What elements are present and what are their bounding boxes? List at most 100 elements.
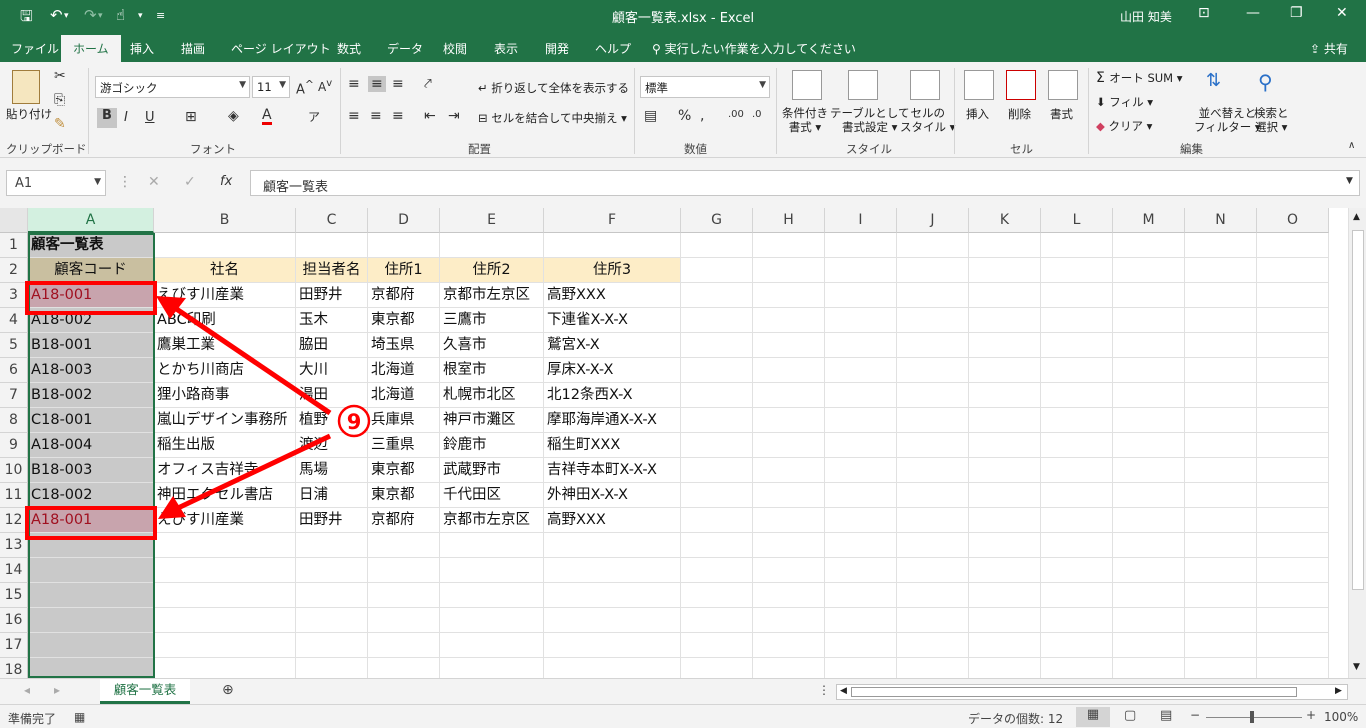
merge-center-button[interactable]: ⊟ セルを結合して中央揃え ▾ <box>478 110 627 126</box>
insert-cells-button[interactable]: 挿入 <box>966 106 989 122</box>
sheet-tab-active[interactable]: 顧客一覧表 <box>100 679 190 704</box>
share-button[interactable]: ⇪ 共有 <box>1310 40 1348 57</box>
zoom-slider-handle[interactable] <box>1250 711 1254 723</box>
italic-icon[interactable]: I <box>124 110 128 125</box>
font-size-select[interactable]: 11 ▼ <box>252 76 290 98</box>
bold-icon[interactable]: B <box>97 108 117 128</box>
tab-formulas[interactable]: 数式 <box>337 40 361 57</box>
tab-help[interactable]: ヘルプ <box>595 40 631 57</box>
decrease-font-icon[interactable]: Av <box>318 78 332 94</box>
restore-icon[interactable]: ❐ <box>1290 5 1303 21</box>
user-name[interactable]: 山田 知美 <box>1120 8 1172 25</box>
format-as-table-icon[interactable] <box>848 70 878 100</box>
vertical-scroll-thumb[interactable] <box>1352 230 1364 590</box>
find-select-icon[interactable]: ⚲ <box>1258 70 1273 94</box>
name-box[interactable]: A1 ▼ <box>6 170 106 196</box>
zoom-slider[interactable] <box>1206 717 1302 718</box>
page-layout-view-icon[interactable]: ▢ <box>1124 708 1136 723</box>
more-icon: ⋮ <box>818 683 830 697</box>
tab-draw[interactable]: 描画 <box>181 40 205 57</box>
tab-insert[interactable]: 挿入 <box>130 40 154 57</box>
increase-decimal-icon[interactable]: .00 <box>728 109 744 120</box>
format-cells-icon[interactable] <box>1048 70 1078 100</box>
normal-view-icon[interactable]: ▦ <box>1076 707 1110 727</box>
format-painter-icon[interactable]: ✎ <box>54 116 66 132</box>
page-break-view-icon[interactable]: ▤ <box>1160 708 1172 723</box>
scroll-up-icon[interactable]: ▲ <box>1353 212 1360 222</box>
cell-styles-button[interactable]: セルの スタイル ▾ <box>900 106 955 134</box>
number-format-select[interactable]: 標準 ▼ <box>640 76 770 98</box>
borders-icon[interactable]: ⊞ <box>185 109 197 125</box>
align-bottom-icon[interactable]: ≡ <box>392 76 404 92</box>
collapse-ribbon-icon[interactable]: ∧ <box>1348 140 1355 151</box>
find-select-button[interactable]: 検索と 選択 ▾ <box>1254 106 1289 134</box>
font-name-select[interactable]: 游ゴシック ▼ <box>95 76 250 98</box>
minimize-icon[interactable]: — <box>1246 5 1260 21</box>
align-center-icon[interactable]: ≡ <box>370 108 382 124</box>
cancel-icon[interactable]: ✕ <box>148 174 160 190</box>
horizontal-scroll-thumb[interactable] <box>851 687 1297 697</box>
conditional-formatting-icon[interactable] <box>792 70 822 100</box>
wrap-text-button[interactable]: ↵ 折り返して全体を表示する <box>478 80 629 96</box>
comma-style-icon[interactable]: , <box>700 108 704 124</box>
copy-icon[interactable]: ⎘ <box>54 92 65 108</box>
sort-filter-button[interactable]: 並べ替えと フィルター ▾ <box>1194 106 1261 134</box>
insert-cells-icon[interactable] <box>964 70 994 100</box>
underline-icon[interactable]: U <box>145 110 155 125</box>
zoom-out-icon[interactable]: − <box>1190 708 1200 722</box>
phonetic-icon[interactable]: ア <box>308 108 320 125</box>
accounting-format-icon[interactable]: ▤ <box>644 108 657 124</box>
autosum-button[interactable]: Σ オート SUM ▾ <box>1096 70 1183 86</box>
formula-input[interactable]: 顧客一覧表 <box>250 170 1360 196</box>
insert-function-icon[interactable]: fx <box>220 174 232 189</box>
ribbon-display-icon[interactable]: ⊡ <box>1198 5 1210 21</box>
vertical-scrollbar[interactable]: ▲ ▼ <box>1348 208 1366 678</box>
percent-icon[interactable]: % <box>678 108 691 124</box>
align-middle-icon[interactable]: ≡ <box>368 76 386 92</box>
tab-data[interactable]: データ <box>387 40 423 57</box>
format-cells-button[interactable]: 書式 <box>1050 106 1073 122</box>
paste-icon[interactable] <box>12 70 40 104</box>
tab-developer[interactable]: 開発 <box>545 40 569 57</box>
tab-review[interactable]: 校閲 <box>443 40 467 57</box>
align-top-icon[interactable]: ≡ <box>348 76 360 92</box>
decrease-indent-icon[interactable]: ⇤ <box>424 108 436 124</box>
tab-home[interactable]: ホーム <box>61 35 121 62</box>
add-sheet-icon[interactable]: ⊕ <box>222 682 234 698</box>
tab-file[interactable]: ファイル <box>11 40 59 57</box>
format-as-table-button[interactable]: テーブルとして 書式設定 ▾ <box>830 106 909 134</box>
zoom-in-icon[interactable]: + <box>1306 708 1316 722</box>
clear-button[interactable]: ◆ クリア ▾ <box>1096 118 1152 134</box>
conditional-formatting-button[interactable]: 条件付き 書式 ▾ <box>782 106 828 134</box>
delete-cells-icon[interactable] <box>1006 70 1036 100</box>
align-right-icon[interactable]: ≡ <box>392 108 404 124</box>
macro-record-icon[interactable]: ▦ <box>74 710 85 724</box>
delete-cells-button[interactable]: 削除 <box>1008 106 1031 122</box>
font-color-icon[interactable]: A <box>262 108 272 125</box>
next-sheet-icon[interactable]: ▸ <box>54 683 60 697</box>
zoom-level[interactable]: 100% <box>1324 710 1358 724</box>
decrease-decimal-icon[interactable]: .0 <box>752 109 762 120</box>
prev-sheet-icon[interactable]: ◂ <box>24 683 30 697</box>
sort-filter-icon[interactable]: ⇅ <box>1206 70 1221 91</box>
increase-font-icon[interactable]: A^ <box>296 78 314 97</box>
close-icon[interactable]: ✕ <box>1336 5 1348 21</box>
increase-indent-icon[interactable]: ⇥ <box>448 108 460 124</box>
scroll-left-icon[interactable]: ◀ <box>840 686 847 696</box>
scroll-right-icon[interactable]: ▶ <box>1335 686 1342 696</box>
align-left-icon[interactable]: ≡ <box>348 108 360 124</box>
fill-color-icon[interactable]: ◈ <box>228 108 239 124</box>
cut-icon[interactable]: ✂ <box>54 68 66 84</box>
tab-page-layout[interactable]: ページ レイアウト <box>231 40 331 57</box>
worksheet-grid[interactable]: A B C D E F G H I J K L M N O 1234567891… <box>0 208 1366 678</box>
horizontal-scrollbar[interactable]: ◀ ▶ <box>836 684 1348 700</box>
fill-button[interactable]: ⬇ フィル ▾ <box>1096 94 1153 110</box>
scroll-down-icon[interactable]: ▼ <box>1353 662 1360 672</box>
orientation-icon[interactable]: ⤤ <box>424 76 432 92</box>
tell-me-search[interactable]: ⚲ 実行したい作業を入力してください <box>652 40 856 57</box>
expand-formula-icon[interactable]: ▼ <box>1346 176 1353 186</box>
tab-view[interactable]: 表示 <box>494 40 518 57</box>
enter-icon[interactable]: ✓ <box>184 174 196 190</box>
paste-button[interactable]: 貼り付け <box>6 106 52 122</box>
cell-styles-icon[interactable] <box>910 70 940 100</box>
